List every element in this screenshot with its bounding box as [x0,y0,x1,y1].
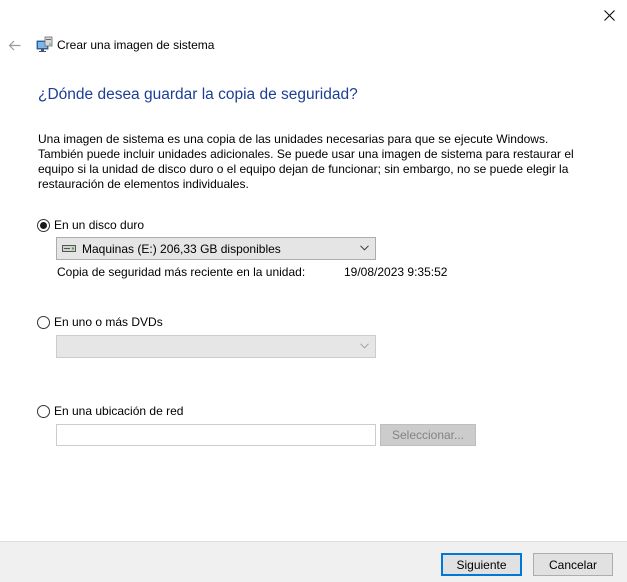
radio-label-dvd: En uno o más DVDs [54,315,163,329]
description-text: Una imagen de sistema es una copia de la… [38,132,574,191]
page-heading: ¿Dónde desea guardar la copia de segurid… [38,86,358,103]
system-image-backup-icon [36,36,53,52]
back-button[interactable] [4,35,24,55]
radio-network[interactable]: En una ubicación de red [37,404,183,418]
next-button[interactable]: Siguiente [441,553,522,576]
radio-button-network[interactable] [37,404,50,418]
select-network-location-button: Seleccionar... [380,424,476,446]
recent-backup-value: 19/08/2023 9:35:52 [344,265,448,279]
radio-hard-disk[interactable]: En un disco duro [37,218,144,232]
footer-bar: Siguiente Cancelar [0,541,627,582]
dvd-dropdown [56,335,376,358]
chevron-down-icon [360,245,369,251]
close-button[interactable] [592,0,627,30]
network-path-input[interactable] [56,424,376,446]
window-title: Crear una imagen de sistema [57,38,215,52]
radio-label-hard-disk: En un disco duro [54,218,145,232]
radio-button-dvd[interactable] [37,315,50,329]
back-arrow-icon [8,40,20,50]
hard-disk-dropdown[interactable]: Maquinas (E:) 206,33 GB disponibles [56,237,376,260]
radio-selected-dot [40,221,47,229]
close-icon [604,9,615,21]
recent-backup-label: Copia de seguridad más reciente en la un… [57,265,306,279]
radio-dvd[interactable]: En uno o más DVDs [37,315,163,329]
cancel-button[interactable]: Cancelar [533,553,613,576]
hard-drive-icon [62,245,76,252]
radio-button-hard-disk[interactable] [37,218,50,232]
hard-disk-dropdown-value: Maquinas (E:) 206,33 GB disponibles [82,241,281,256]
radio-label-network: En una ubicación de red [54,404,184,418]
chevron-down-icon [360,343,369,349]
